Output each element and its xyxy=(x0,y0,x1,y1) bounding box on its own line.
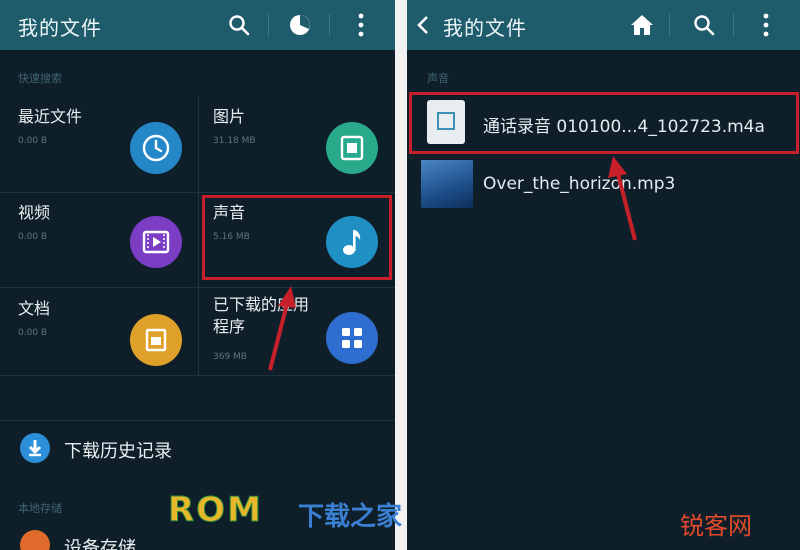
left-screen: 我的文件 快速搜索 最近文件 0.00 B 图片 31.18 MB 视频 0.0… xyxy=(0,0,395,550)
document-icon xyxy=(130,314,182,366)
right-screen: 我的文件 声音 通话录音 010100...4_102723.m4a Over_… xyxy=(407,0,800,550)
category-size: 0.00 B xyxy=(18,136,48,146)
app-bar-separator xyxy=(733,14,734,36)
search-icon[interactable] xyxy=(687,8,721,42)
phone-storage-icon xyxy=(20,530,50,550)
category-name: 图片 xyxy=(213,107,246,126)
section-label-quick-search: 快速搜索 xyxy=(18,72,62,85)
clock-icon xyxy=(130,122,182,174)
category-name: 文档 xyxy=(18,299,51,318)
red-arrow-annotation xyxy=(608,156,637,241)
apps-grid-icon xyxy=(326,312,378,364)
video-icon xyxy=(130,216,182,268)
file-name: Over_the_horizon.mp3 xyxy=(483,174,676,194)
app-bar-separator xyxy=(329,14,330,36)
watermark-download-home: 下载之家 xyxy=(298,502,403,532)
category-size: 31.18 MB xyxy=(213,136,256,146)
more-options-icon[interactable] xyxy=(749,8,783,42)
screen-divider xyxy=(395,0,407,550)
list-divider xyxy=(0,420,395,421)
back-icon[interactable] xyxy=(411,8,435,42)
image-icon xyxy=(326,122,378,174)
download-icon xyxy=(20,433,50,463)
grid-divider xyxy=(198,96,199,375)
category-size: 0.00 B xyxy=(18,328,48,338)
app-bar-separator xyxy=(669,14,670,36)
category-name: 最近文件 xyxy=(18,107,83,126)
download-history-label: 下载历史记录 xyxy=(64,441,172,462)
highlight-box-file xyxy=(409,92,799,154)
section-label-local-storage: 本地存储 xyxy=(18,502,62,515)
device-storage-label: 设备存储 xyxy=(64,538,136,550)
more-options-icon[interactable] xyxy=(344,8,378,42)
category-size: 369 MB xyxy=(213,352,247,362)
home-icon[interactable] xyxy=(625,8,659,42)
right-app-bar: 我的文件 xyxy=(407,0,800,50)
section-label-audio: 声音 xyxy=(427,72,449,85)
category-name: 视频 xyxy=(18,203,51,222)
page-title: 我的文件 xyxy=(18,16,102,40)
album-art-thumbnail xyxy=(421,160,473,208)
grid-divider xyxy=(0,375,395,376)
storage-chart-icon[interactable] xyxy=(283,8,317,42)
app-bar-separator xyxy=(268,14,269,36)
highlight-box-audio xyxy=(202,195,392,280)
left-app-bar: 我的文件 xyxy=(0,0,395,50)
search-icon[interactable] xyxy=(222,8,256,42)
category-size: 0.00 B xyxy=(18,232,48,242)
page-title: 我的文件 xyxy=(443,16,527,40)
watermark-site: 锐客网 xyxy=(680,512,752,540)
red-arrow-annotation xyxy=(268,286,296,371)
watermark-rom: ROM xyxy=(168,490,263,531)
